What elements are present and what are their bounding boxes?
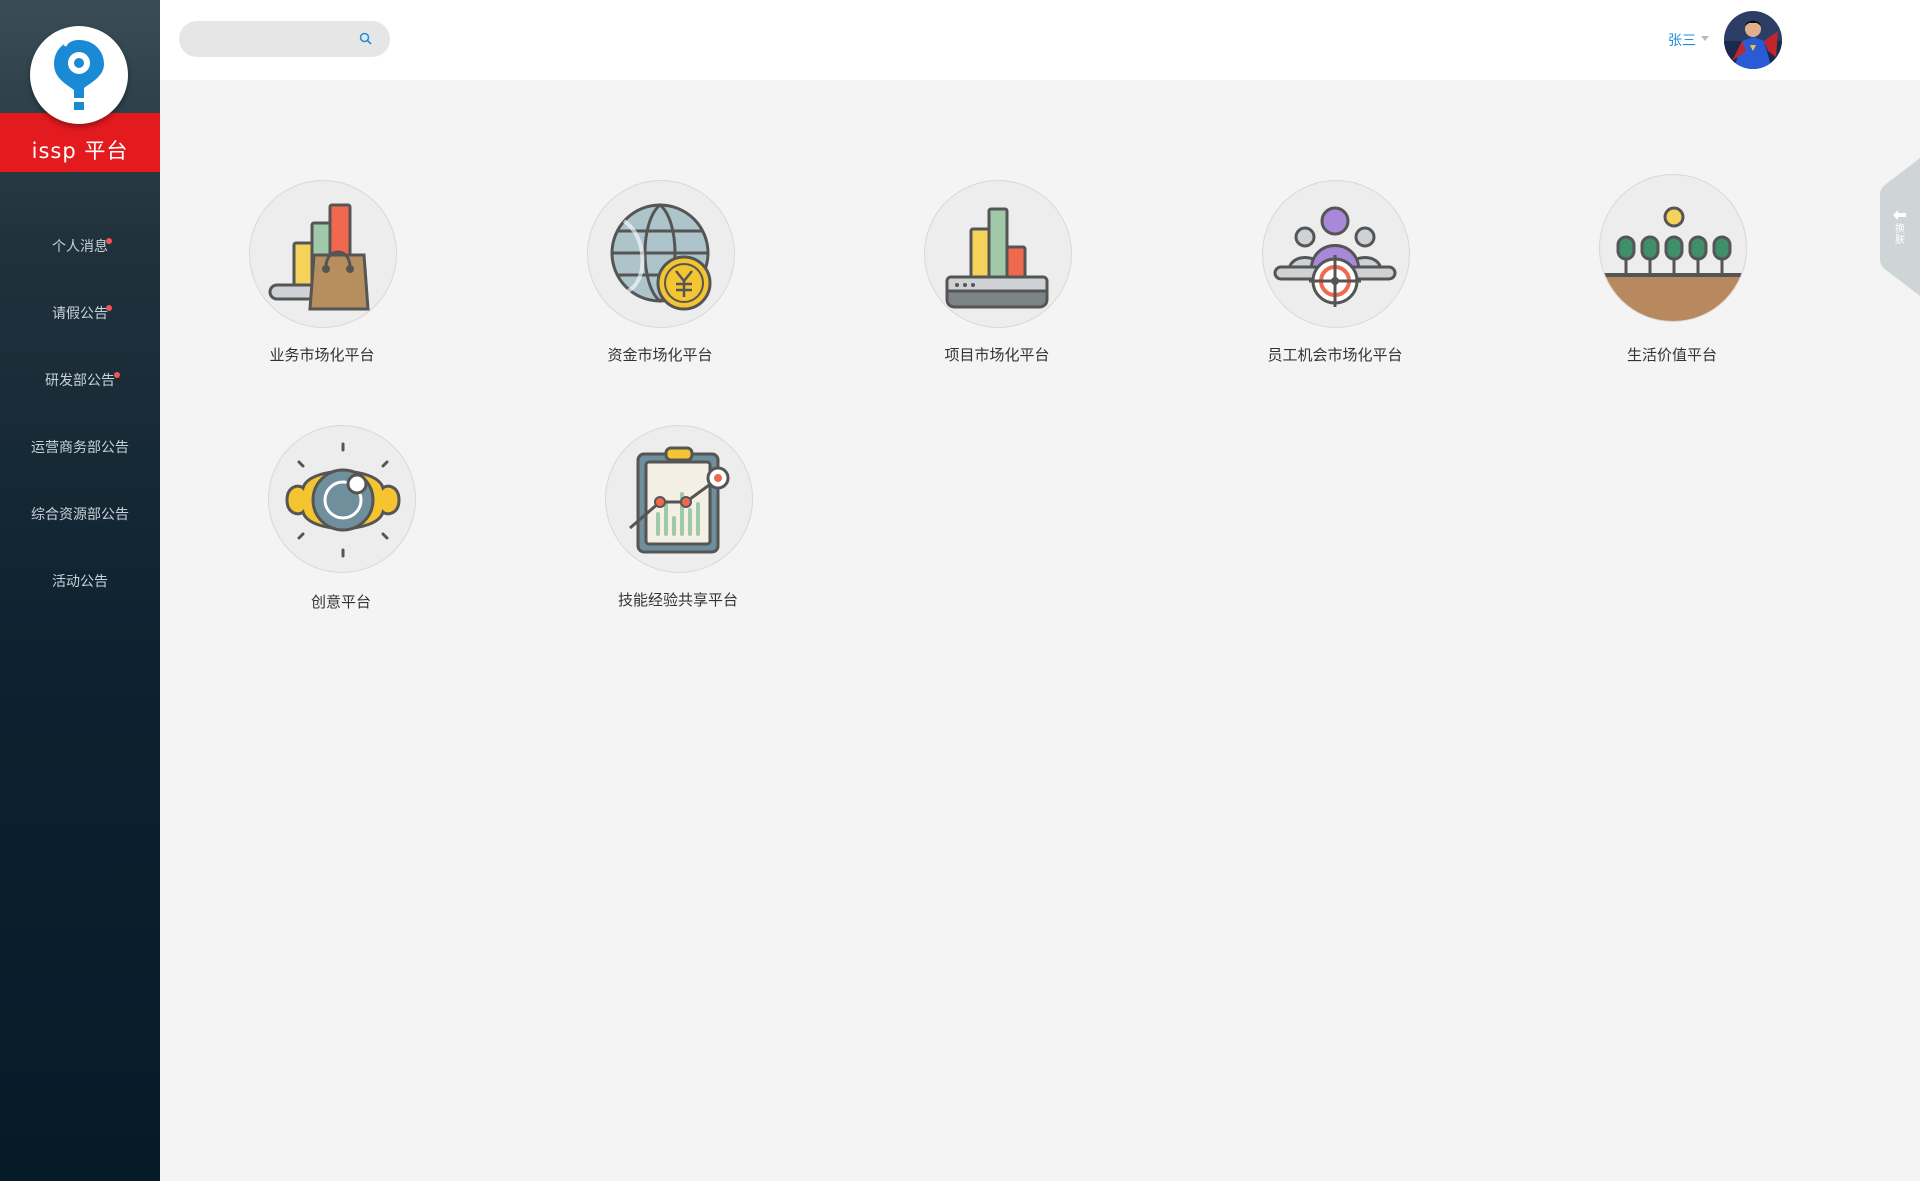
sidebar-item-leave-notice[interactable]: 请假公告 xyxy=(0,279,160,346)
platform-label: 创意平台 xyxy=(310,593,371,611)
skin-switch-label: 换肤 xyxy=(1895,224,1905,246)
brand-name: issp 平台 xyxy=(31,139,129,163)
sidebar-item-label: 活动公告 xyxy=(52,573,108,590)
platform-icon-circle xyxy=(1599,174,1747,322)
search-icon[interactable] xyxy=(358,31,374,47)
top-bar: 张三 xyxy=(160,0,1920,80)
user-name[interactable]: 张三 xyxy=(1668,30,1696,50)
avatar[interactable] xyxy=(1724,11,1782,69)
sidebar-item-label: 研发部公告 xyxy=(45,372,115,389)
shopping-bag-chart-icon xyxy=(268,203,370,311)
trees-bowl-icon xyxy=(1600,206,1746,321)
platform-card-funds[interactable]: 资金市场化平台 xyxy=(560,178,760,378)
sidebar-item-label: 运营商务部公告 xyxy=(31,439,129,456)
platform-card-creativity[interactable]: 创意平台 xyxy=(241,423,441,623)
sidebar-item-operations-notice[interactable]: 运营商务部公告 xyxy=(0,413,160,480)
platform-card-business[interactable]: 业务市场化平台 xyxy=(222,178,422,378)
balloon-logo-icon xyxy=(54,36,104,110)
bar-chart-tray-icon xyxy=(945,207,1049,309)
notification-dot xyxy=(114,372,120,378)
superhero-avatar-icon xyxy=(1724,11,1782,69)
platform-icon-circle xyxy=(924,180,1072,328)
logo-circle xyxy=(30,26,128,124)
platform-label: 资金市场化平台 xyxy=(607,346,713,364)
logo[interactable]: issp 平台 xyxy=(0,0,160,172)
chevron-down-icon[interactable] xyxy=(1701,36,1709,41)
globe-yen-icon xyxy=(610,203,712,311)
sidebar-item-label: 个人消息 xyxy=(52,238,108,255)
platform-label: 业务市场化平台 xyxy=(269,346,375,364)
platform-card-projects[interactable]: 项目市场化平台 xyxy=(897,178,1097,378)
sidebar-item-label: 综合资源部公告 xyxy=(31,506,129,523)
platform-icon-circle xyxy=(605,425,753,573)
platform-label: 员工机会市场化平台 xyxy=(1267,346,1403,364)
sidebar-nav: 个人消息 请假公告 研发部公告 运营商务部公告 综合资源部公告 活动公告 xyxy=(0,212,160,614)
people-target-icon xyxy=(1273,206,1397,307)
sidebar: issp 平台 个人消息 请假公告 研发部公告 运营商务部公告 综合资源部公告 … xyxy=(0,0,160,1181)
notification-dot xyxy=(106,238,112,244)
platform-card-life[interactable]: 生活价值平台 xyxy=(1572,172,1772,378)
notification-dot xyxy=(106,305,112,311)
platform-label: 项目市场化平台 xyxy=(944,346,1050,364)
sidebar-item-label: 请假公告 xyxy=(52,305,108,322)
platform-card-skills[interactable]: 技能经验共享平台 xyxy=(578,423,778,623)
sidebar-item-personal-messages[interactable]: 个人消息 xyxy=(0,212,160,279)
platform-card-employee[interactable]: 员工机会市场化平台 xyxy=(1235,178,1435,378)
sidebar-item-rd-notice[interactable]: 研发部公告 xyxy=(0,346,160,413)
platform-label: 技能经验共享平台 xyxy=(617,591,738,609)
clipboard-chart-icon xyxy=(629,446,730,554)
platform-icon-circle xyxy=(249,180,397,328)
platform-icon-circle xyxy=(587,180,735,328)
platform-icon-circle xyxy=(268,425,416,573)
sidebar-item-resources-notice[interactable]: 综合资源部公告 xyxy=(0,480,160,547)
sidebar-item-activity-notice[interactable]: 活动公告 xyxy=(0,547,160,614)
platform-icon-circle xyxy=(1262,180,1410,328)
platform-label: 生活价值平台 xyxy=(1626,346,1717,364)
lens-ring-icon xyxy=(285,442,401,558)
